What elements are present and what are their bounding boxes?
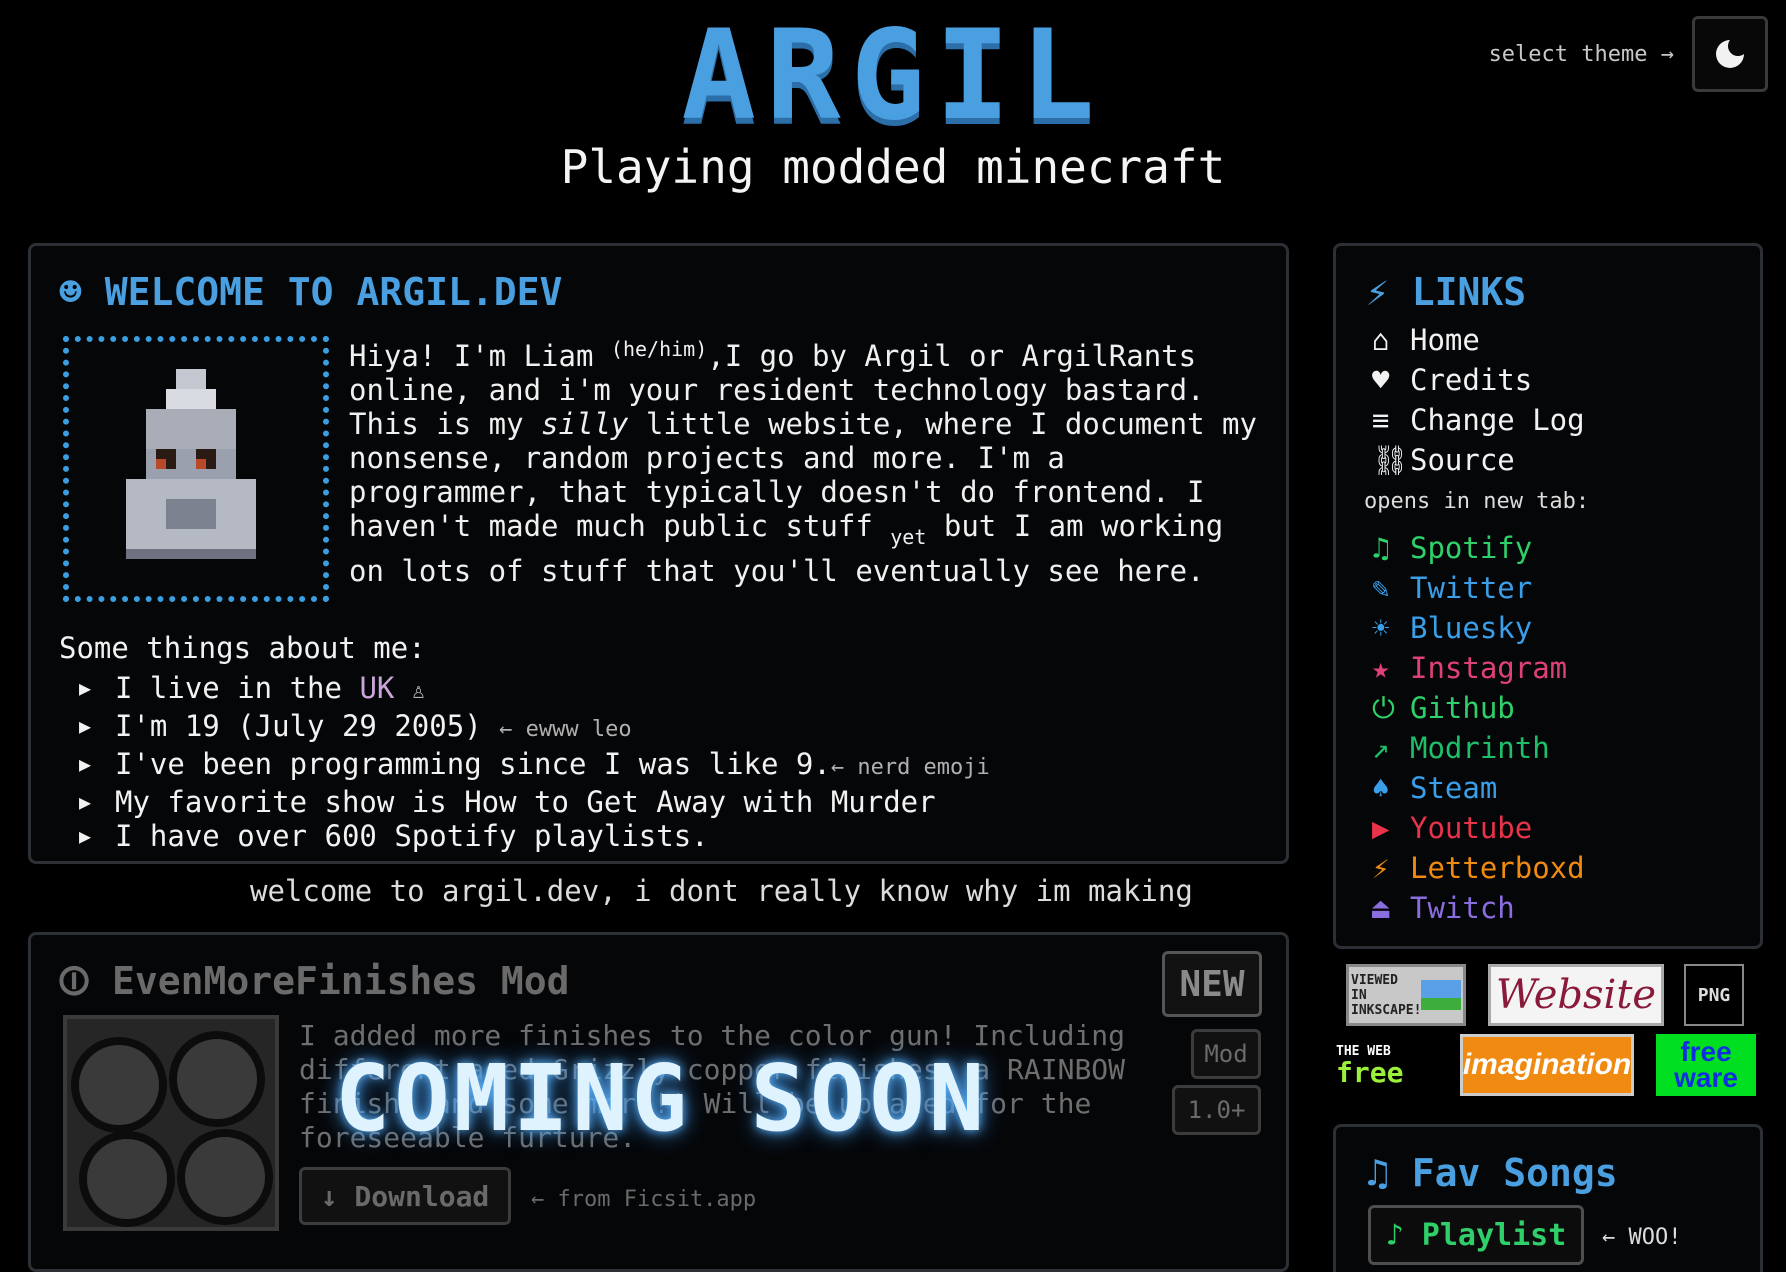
- link-twitter[interactable]: ✎ Twitter: [1372, 568, 1585, 608]
- social-links: ♫ Spotify ✎ Twitter ☀ Bluesky ★ Instagram ⏻ G…: [1372, 528, 1585, 928]
- badge-inkscape-text: VIEWED IN INKSCAPE!: [1351, 972, 1422, 1018]
- site-links: ⌂ Home ♥ Credits ≡ Change Log ⛓Source: [1372, 320, 1585, 480]
- links-heading-text: LINKS: [1411, 270, 1527, 314]
- version-tag: 1.0+: [1172, 1085, 1261, 1135]
- landscape-icon: [1421, 980, 1461, 1010]
- avatar-image: [126, 369, 256, 559]
- emphasis-silly: silly: [541, 407, 629, 441]
- badge-free-web-bottom: free: [1336, 1055, 1404, 1089]
- link-steam[interactable]: ♠ Steam: [1372, 768, 1585, 808]
- list-item: ▶ My favorite show is How to Get Away wit…: [79, 785, 936, 819]
- music-note-icon: ♫: [1372, 531, 1390, 565]
- triangle-bullet-icon: ▶: [79, 676, 92, 700]
- playlist-button[interactable]: ♪ Playlist: [1368, 1205, 1584, 1265]
- power-icon: ⏼: [59, 959, 90, 1003]
- heart-icon: ♥: [1372, 363, 1390, 397]
- welcome-panel: ☻ WELCOME TO ARGIL.DEV Hiya! I'm Liam (h…: [28, 243, 1289, 864]
- link-source[interactable]: ⛓Source: [1372, 440, 1585, 480]
- mod-heading: ⏼ EvenMoreFinishes Mod: [59, 959, 570, 1003]
- lightning-icon: ⚡: [1366, 270, 1389, 314]
- songs-heading-text: Fav Songs: [1411, 1151, 1618, 1195]
- bird-icon: ✎: [1372, 571, 1390, 605]
- badge-imagination-text: imagination: [1462, 1048, 1632, 1081]
- badge-freeware[interactable]: free ware: [1656, 1034, 1756, 1096]
- mod-tag: Mod: [1191, 1029, 1261, 1079]
- intro-text: Hiya! I'm Liam (he/him),I go by Argil or…: [349, 337, 1257, 588]
- badge-imagination[interactable]: imagination: [1460, 1034, 1634, 1096]
- welcome-heading-text: WELCOME TO ARGIL.DEV: [104, 270, 563, 314]
- songs-heading: ♫ Fav Songs: [1366, 1151, 1618, 1195]
- download-note: ← from Ficsit.app: [531, 1187, 757, 1212]
- link-youtube[interactable]: ▶ Youtube: [1372, 808, 1585, 848]
- badge-freeware-bottom: ware: [1674, 1062, 1738, 1093]
- mod-thumbnail: [63, 1015, 279, 1231]
- badge-png[interactable]: PNG: [1684, 964, 1744, 1026]
- badge-website[interactable]: Website: [1488, 964, 1664, 1026]
- music-icon: ♫: [1366, 1151, 1389, 1195]
- badge-inkscape[interactable]: VIEWED IN INKSCAPE!: [1346, 964, 1466, 1026]
- camera-icon: ★: [1372, 651, 1390, 685]
- facts-list: ▶ I live in the UK ♙ ▶ I'm 19 (July 29 200…: [79, 671, 990, 853]
- scrolling-ticker: welcome to argil.dev, i dont really know…: [250, 874, 1193, 908]
- avatar: [63, 336, 329, 602]
- new-badge: NEW: [1162, 951, 1262, 1017]
- letterboxd-icon: ⚡: [1372, 851, 1390, 885]
- select-theme-label: select theme →: [1488, 42, 1674, 67]
- new-tab-label: opens in new tab:: [1364, 489, 1590, 514]
- link-credits[interactable]: ♥ Credits: [1372, 360, 1585, 400]
- fav-songs-panel: ♫ Fav Songs ♪ Playlist ← WOO!: [1333, 1124, 1763, 1272]
- home-icon: ⌂: [1372, 323, 1390, 357]
- steam-icon: ♠: [1372, 771, 1390, 805]
- triangle-bullet-icon: ▶: [79, 824, 92, 848]
- smiley-icon: ☻: [59, 270, 82, 314]
- facts-title: Some things about me:: [59, 631, 426, 665]
- theme-toggle-button[interactable]: [1692, 16, 1768, 92]
- small-yet: yet: [890, 525, 927, 549]
- mod-description: I added more finishes to the color gun! …: [299, 1019, 1126, 1154]
- welcome-heading: ☻ WELCOME TO ARGIL.DEV: [59, 270, 562, 314]
- link-home[interactable]: ⌂ Home: [1372, 320, 1585, 360]
- github-icon: ⏻: [1372, 691, 1395, 725]
- playlist-note: ← WOO!: [1602, 1225, 1682, 1250]
- link-icon: ⛓: [1372, 443, 1409, 477]
- site-subtitle: Playing modded minecraft: [560, 140, 1226, 194]
- moon-icon: [1716, 40, 1744, 68]
- link-bluesky[interactable]: ☀ Bluesky: [1372, 608, 1585, 648]
- link-instagram[interactable]: ★ Instagram: [1372, 648, 1585, 688]
- link-change-log[interactable]: ≡ Change Log: [1372, 400, 1585, 440]
- triangle-bullet-icon: ▶: [79, 790, 92, 814]
- link-spotify[interactable]: ♫ Spotify: [1372, 528, 1585, 568]
- mod-heading-text: EvenMoreFinishes Mod: [111, 959, 570, 1003]
- badge-png-text: PNG: [1697, 984, 1731, 1006]
- list-item: ▶ I'm 19 (July 29 2005) ← ewww leo: [79, 709, 632, 743]
- link-twitch[interactable]: ⏏ Twitch: [1372, 888, 1585, 928]
- mod-card: ⏼ EvenMoreFinishes Mod I added more fini…: [28, 932, 1289, 1272]
- download-button[interactable]: ↓ Download: [299, 1167, 511, 1225]
- site-title: ARGIL: [681, 4, 1105, 148]
- link-github[interactable]: ⏻ Github: [1372, 688, 1585, 728]
- link-modrinth[interactable]: ↗ Modrinth: [1372, 728, 1585, 768]
- list-item: ▶ I have over 600 Spotify playlists.: [79, 819, 709, 853]
- link-letterboxd[interactable]: ⚡ Letterboxd: [1372, 848, 1585, 888]
- triangle-bullet-icon: ▶: [79, 714, 92, 738]
- twitch-icon: ⏏: [1372, 891, 1390, 925]
- play-icon: ▶: [1372, 811, 1390, 845]
- list-icon: ≡: [1372, 403, 1390, 437]
- badge-website-text: Website: [1495, 972, 1657, 1018]
- pronouns: (he/him): [610, 337, 708, 361]
- list-item: ▶ I've been programming since I was like …: [79, 747, 990, 781]
- links-heading: ⚡ LINKS: [1366, 270, 1526, 314]
- modrinth-icon: ↗: [1372, 731, 1390, 765]
- butterfly-icon: ☀: [1372, 611, 1390, 645]
- badge-free-web[interactable]: THE WEB free: [1336, 1034, 1462, 1096]
- list-item: ▶ I live in the UK ♙: [79, 671, 426, 705]
- links-panel: ⚡ LINKS ⌂ Home ♥ Credits ≡ Change Log ⛓Sour…: [1333, 243, 1763, 949]
- triangle-bullet-icon: ▶: [79, 752, 92, 776]
